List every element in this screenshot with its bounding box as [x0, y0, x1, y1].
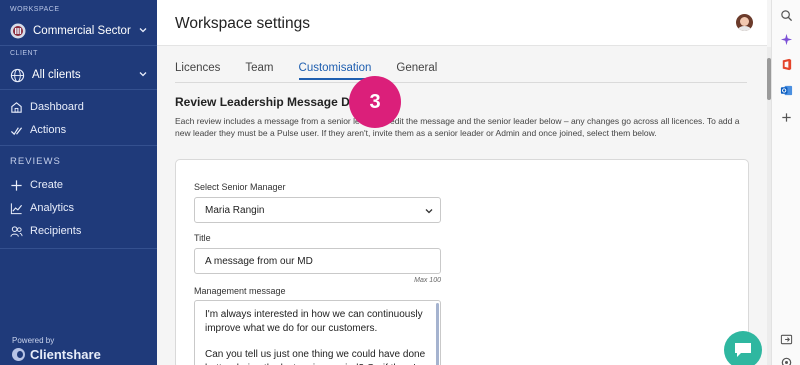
sidebar-item-dashboard[interactable]: Dashboard [10, 97, 150, 117]
plus-icon [11, 179, 22, 191]
page-title: Workspace settings [175, 15, 310, 32]
tabs-divider [175, 82, 747, 83]
manager-label: Select Senior Manager [194, 182, 286, 192]
message-label: Management message [194, 286, 286, 296]
divider [0, 145, 157, 146]
chat-button[interactable] [724, 331, 762, 365]
brand-logo[interactable]: Clientshare [12, 347, 101, 362]
sparkle-icon[interactable] [780, 33, 793, 46]
app-rail [771, 0, 800, 365]
home-icon [11, 101, 22, 113]
sidebar-item-label: Dashboard [30, 101, 84, 113]
tab-general[interactable]: General [396, 62, 437, 80]
avatar[interactable] [736, 14, 753, 31]
tab-team[interactable]: Team [245, 62, 273, 80]
brand-name: Clientshare [30, 347, 101, 362]
message-paragraph: I'm always interested in how we can cont… [205, 309, 423, 334]
main-content: Licences Team Customisation General Revi… [157, 47, 767, 365]
chevron-down-icon [139, 72, 147, 77]
sidebar-item-label: Actions [30, 124, 67, 136]
tab-customisation[interactable]: Customisation [298, 62, 371, 80]
globe-icon [10, 68, 25, 82]
tab-licences[interactable]: Licences [175, 62, 220, 80]
workspace-logo-icon [10, 23, 26, 39]
sidebar-item-label: Analytics [30, 202, 75, 214]
settings-tabs: Licences Team Customisation General [175, 62, 462, 80]
sidebar-item-label: Create [30, 179, 64, 191]
office-icon[interactable] [780, 58, 793, 71]
powered-by-label: Powered by [12, 336, 55, 345]
textarea-scrollbar[interactable] [436, 303, 439, 365]
outlook-icon[interactable] [780, 84, 793, 97]
settings-icon[interactable] [780, 356, 793, 365]
client-selector[interactable]: All clients [10, 64, 152, 86]
message-paragraph: Can you tell us just one thing we could … [205, 349, 426, 365]
sidebar-item-recipients[interactable]: Recipients [10, 221, 150, 241]
sidebar-item-create[interactable]: Create [10, 175, 150, 195]
chevron-down-icon [139, 28, 147, 33]
divider [0, 89, 157, 90]
check-icon [10, 126, 23, 135]
client-name: All clients [32, 69, 81, 81]
users-icon [10, 225, 23, 237]
title-label: Title [194, 233, 211, 243]
senior-manager-value: Maria Rangin [205, 204, 265, 216]
analytics-icon [10, 202, 23, 214]
senior-manager-select[interactable]: Maria Rangin [194, 197, 441, 223]
clientshare-logo-icon [12, 348, 25, 361]
sidebar-item-analytics[interactable]: Analytics [10, 198, 150, 218]
sidebar: WORKSPACE Commercial Sector CLIENT All c… [0, 0, 157, 365]
sidebar-toggle-icon[interactable] [780, 333, 793, 346]
section-description: Each review includes a message from a se… [175, 116, 740, 138]
leadership-message-card: Select Senior Manager Maria Rangin Title… [175, 159, 749, 365]
sidebar-item-label: Recipients [30, 225, 82, 237]
sidebar-item-actions[interactable]: Actions [10, 120, 150, 140]
divider [0, 45, 157, 46]
page-header: Workspace settings [157, 0, 767, 46]
add-icon[interactable] [780, 111, 793, 124]
workspace-name: Commercial Sector [33, 25, 131, 37]
client-label: CLIENT [10, 50, 38, 57]
divider [0, 248, 157, 249]
workspace-selector[interactable]: Commercial Sector [10, 20, 152, 42]
title-input[interactable]: A message from our MD [194, 248, 441, 274]
title-input-value: A message from our MD [205, 255, 313, 267]
section-title: Review Leadership Message Deta [175, 95, 368, 109]
chat-icon [735, 343, 751, 357]
workspace-label: WORKSPACE [10, 6, 60, 13]
management-message-textarea[interactable]: I'm always interested in how we can cont… [194, 300, 441, 365]
search-icon[interactable] [780, 9, 793, 22]
chevron-down-icon [425, 209, 433, 214]
reviews-heading: REVIEWS [10, 156, 61, 167]
title-max-length: Max 100 [414, 277, 441, 284]
step-badge: 3 [349, 76, 401, 128]
